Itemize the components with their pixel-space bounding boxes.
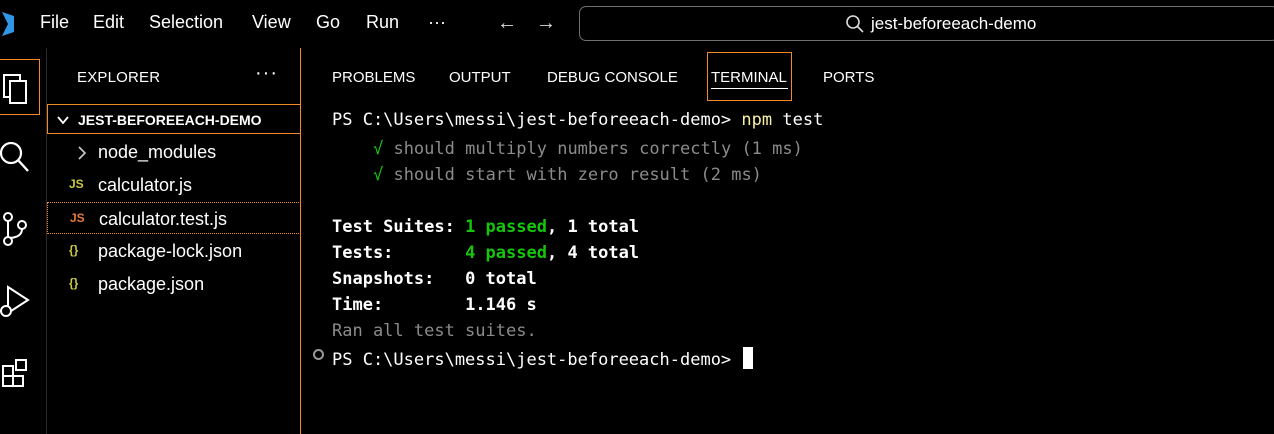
tree-item-package-json[interactable]: {} package.json	[47, 268, 301, 300]
menu-more[interactable]: ···	[428, 12, 446, 33]
summary-suites: Test Suites: 1 passed, 1 total	[332, 217, 639, 237]
check-icon: √	[372, 165, 384, 185]
terminal-cursor	[743, 347, 754, 369]
tab-ports[interactable]: PORTS	[823, 69, 874, 86]
more-actions-icon[interactable]: ···	[255, 62, 278, 85]
test-result-line: √ should multiply numbers correctly (1 m…	[332, 139, 803, 159]
tab-terminal[interactable]: TERMINAL	[711, 69, 787, 86]
npm-command: npm	[741, 110, 773, 130]
command-status-circle-icon[interactable]	[313, 349, 324, 360]
tree-item-label: calculator.js	[98, 175, 193, 195]
explorer-icon[interactable]	[0, 59, 40, 115]
folder-name: JEST-BEFOREEACH-DEMO	[78, 112, 262, 128]
menu-run[interactable]: Run	[366, 12, 399, 33]
folder-header[interactable]: JEST-BEFOREEACH-DEMO	[47, 104, 301, 134]
menu-go[interactable]: Go	[316, 12, 340, 33]
snapshots-label: Snapshots:	[332, 269, 435, 289]
summary-tests: Tests: 4 passed, 4 total	[332, 243, 639, 263]
check-icon: √	[372, 139, 384, 159]
tree-item-label: package-lock.json	[98, 241, 243, 261]
source-control-icon[interactable]	[0, 203, 40, 259]
js-test-file-icon: JS	[70, 211, 85, 225]
tree-item-package-lock-json[interactable]: {} package-lock.json	[47, 235, 301, 267]
title-bar: File Edit Selection View Go Run ··· ← → …	[0, 0, 1274, 48]
menu-view[interactable]: View	[252, 12, 291, 33]
tab-output[interactable]: OUTPUT	[449, 69, 511, 86]
terminal-command-line: PS C:\Users\messi\jest-beforeeach-demo> …	[332, 110, 823, 130]
search-text: jest-beforeeach-demo	[871, 14, 1037, 33]
menu-selection[interactable]: Selection	[149, 12, 223, 33]
js-file-icon: JS	[69, 177, 84, 191]
active-tab-indicator	[711, 88, 788, 89]
test-result-line: √ should start with zero result (2 ms)	[332, 165, 762, 185]
time-label: Time:	[332, 295, 384, 315]
tree-item-calculator-test-js[interactable]: JS calculator.test.js	[47, 202, 301, 234]
suites-label: Test Suites:	[332, 217, 455, 237]
terminal-prompt-line[interactable]: PS C:\Users\messi\jest-beforeeach-demo>	[332, 347, 754, 370]
activity-bar	[0, 48, 47, 434]
tree-item-node-modules[interactable]: node_modules	[47, 136, 301, 168]
ran-all-line: Ran all test suites.	[332, 321, 537, 341]
command-center-search[interactable]: jest-beforeeach-demo	[579, 6, 1274, 41]
snapshots-value: 0 total	[465, 269, 537, 289]
tests-label: Tests:	[332, 243, 394, 263]
explorer-sidebar: EXPLORER ··· JEST-BEFOREEACH-DEMO node_m…	[47, 48, 301, 434]
tree-item-label: package.json	[98, 274, 205, 294]
menu-file[interactable]: File	[40, 12, 69, 33]
tab-problems[interactable]: PROBLEMS	[332, 69, 415, 86]
tab-debug-console[interactable]: DEBUG CONSOLE	[547, 69, 678, 86]
terminal-prompt: PS C:\Users\messi\jest-beforeeach-demo>	[332, 350, 732, 370]
chevron-right-icon	[78, 146, 87, 160]
npm-arg: test	[782, 110, 824, 130]
json-file-icon: {}	[69, 243, 79, 257]
tree-item-calculator-js[interactable]: JS calculator.js	[47, 169, 301, 201]
tree-item-label: node_modules	[98, 142, 217, 162]
extensions-icon[interactable]	[0, 346, 40, 402]
time-value: 1.146 s	[465, 295, 537, 315]
forward-arrow-icon[interactable]: →	[536, 12, 556, 35]
tests-passed: 4 passed	[465, 243, 547, 263]
summary-snapshots: Snapshots: 0 total	[332, 269, 537, 289]
vscode-logo-icon	[2, 12, 14, 36]
run-debug-icon[interactable]	[0, 273, 40, 329]
json-file-icon: {}	[69, 276, 79, 290]
chevron-down-icon	[57, 116, 69, 125]
test-result-text: should multiply numbers correctly (1 ms)	[393, 139, 803, 159]
terminal-prompt: PS C:\Users\messi\jest-beforeeach-demo>	[332, 110, 732, 130]
bottom-panel: PROBLEMS OUTPUT DEBUG CONSOLE TERMINAL P…	[302, 48, 1274, 434]
test-result-text: should start with zero result (2 ms)	[393, 165, 762, 185]
suites-passed: 1 passed	[465, 217, 547, 237]
search-icon	[846, 15, 864, 33]
suites-total: , 1 total	[546, 217, 640, 237]
menu-edit[interactable]: Edit	[93, 12, 124, 33]
sidebar-title: EXPLORER	[77, 69, 161, 86]
search-icon[interactable]	[0, 131, 40, 187]
tree-item-label: calculator.test.js	[99, 209, 228, 229]
back-arrow-icon[interactable]: ←	[497, 12, 517, 35]
summary-time: Time: 1.146 s	[332, 295, 537, 315]
tests-total: , 4 total	[546, 243, 640, 263]
